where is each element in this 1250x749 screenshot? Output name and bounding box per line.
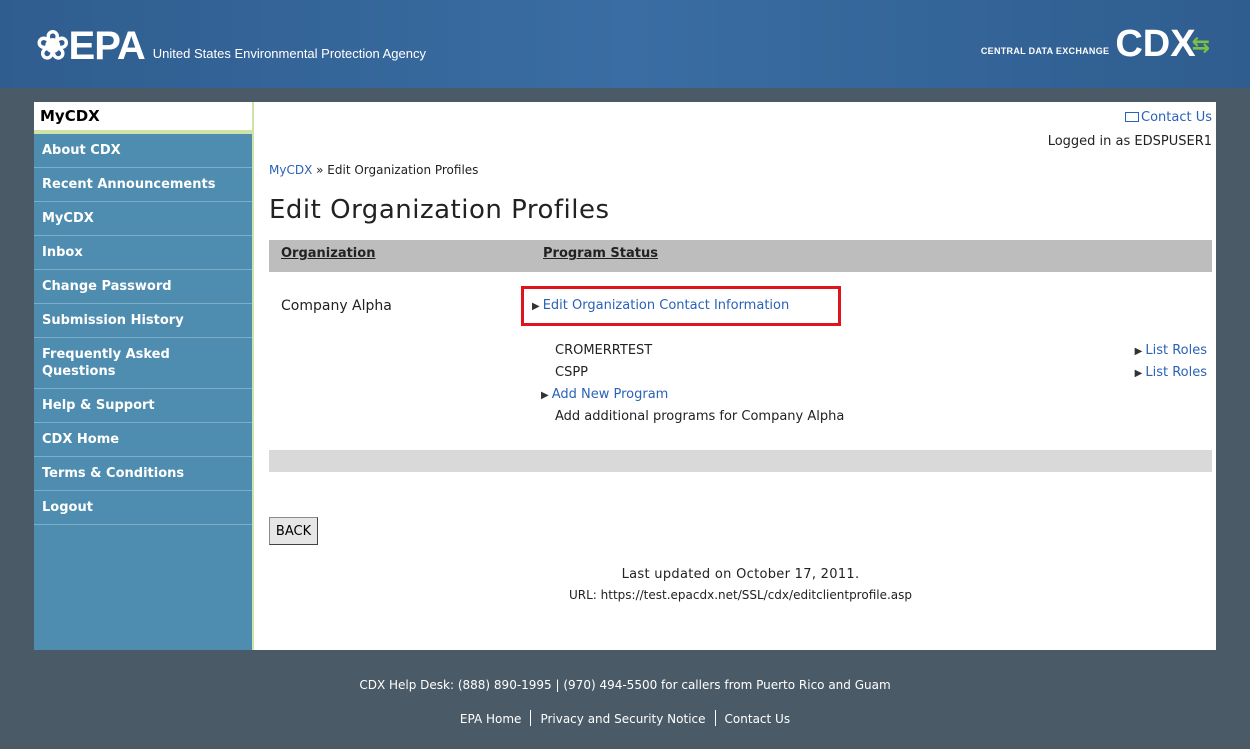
breadcrumb-mycdx-link[interactable]: MyCDX bbox=[269, 163, 312, 177]
list-roles-link[interactable]: ▶ List Roles bbox=[1135, 343, 1207, 358]
program-name: CROMERRTEST bbox=[555, 343, 653, 358]
back-button[interactable]: BACK bbox=[269, 517, 318, 545]
nav-change-password[interactable]: Change Password bbox=[34, 270, 252, 304]
list-roles-link[interactable]: ▶ List Roles bbox=[1135, 365, 1207, 380]
edit-contact-label: Edit Organization Contact Information bbox=[542, 298, 790, 313]
page-title: Edit Organization Profiles bbox=[269, 195, 610, 225]
footer-link-privacy[interactable]: Privacy and Security Notice bbox=[540, 712, 705, 726]
triangle-right-icon: ▶ bbox=[541, 390, 549, 401]
nav-logout[interactable]: Logout bbox=[34, 491, 252, 525]
nav-terms-conditions[interactable]: Terms & Conditions bbox=[34, 457, 252, 491]
cdx-arrows-icon: ⇆ bbox=[1191, 33, 1210, 58]
epa-logo[interactable]: ❀EPA United States Environmental Protect… bbox=[36, 26, 426, 66]
edit-organization-contact-link[interactable]: ▶ Edit Organization Contact Information bbox=[521, 286, 841, 326]
sidebar-title: MyCDX bbox=[34, 102, 252, 134]
agency-name: United States Environmental Protection A… bbox=[152, 46, 426, 61]
content-frame: MyCDX About CDX Recent Announcements MyC… bbox=[34, 102, 1216, 650]
add-new-program-label: Add New Program bbox=[551, 387, 669, 402]
triangle-right-icon: ▶ bbox=[1134, 346, 1143, 357]
page-url-text: URL: https://test.epacdx.net/SSL/cdx/edi… bbox=[568, 588, 913, 602]
main-content: Contact Us Logged in as EDSPUSER1 MyCDX … bbox=[269, 102, 1212, 650]
breadcrumb-separator: » bbox=[312, 163, 328, 177]
contact-us-label: Contact Us bbox=[1141, 110, 1212, 125]
program-name: CSPP bbox=[555, 365, 589, 380]
add-program-description: Add additional programs for Company Alph… bbox=[555, 409, 845, 424]
footer-separator bbox=[714, 710, 716, 726]
cdx-logo[interactable]: CENTRAL DATA EXCHANGE CDX ⇆ bbox=[981, 24, 1210, 64]
nav-help-support[interactable]: Help & Support bbox=[34, 389, 252, 423]
nav-cdx-home[interactable]: CDX Home bbox=[34, 423, 252, 457]
logged-in-status: Logged in as EDSPUSER1 bbox=[1047, 134, 1212, 149]
organization-name: Company Alpha bbox=[281, 298, 392, 314]
table-footer-bar bbox=[269, 450, 1212, 472]
cdx-subtitle: CENTRAL DATA EXCHANGE bbox=[980, 46, 1110, 56]
nav-about-cdx[interactable]: About CDX bbox=[34, 134, 252, 168]
breadcrumb-current: Edit Organization Profiles bbox=[327, 163, 479, 177]
footer-help-desk: CDX Help Desk: (888) 890-1995 | (970) 49… bbox=[359, 678, 891, 692]
triangle-right-icon: ▶ bbox=[1134, 368, 1143, 379]
last-updated-text: Last updated on October 17, 2011. bbox=[621, 567, 860, 582]
contact-us-link[interactable]: Contact Us bbox=[1125, 110, 1212, 125]
footer-link-epa-home[interactable]: EPA Home bbox=[460, 712, 522, 726]
add-new-program-link[interactable]: ▶ Add New Program bbox=[541, 387, 668, 402]
nav-faq[interactable]: Frequently Asked Questions bbox=[34, 338, 252, 389]
column-header-organization: Organization bbox=[281, 246, 376, 261]
nav-mycdx[interactable]: MyCDX bbox=[34, 202, 252, 236]
footer-links: EPA Home Privacy and Security Notice Conta… bbox=[0, 710, 1250, 726]
top-banner: ❀EPA United States Environmental Protect… bbox=[0, 0, 1250, 88]
nav-recent-announcements[interactable]: Recent Announcements bbox=[34, 168, 252, 202]
envelope-icon bbox=[1125, 112, 1139, 122]
breadcrumb: MyCDX » Edit Organization Profiles bbox=[269, 163, 478, 177]
epa-logo-mark: ❀EPA bbox=[36, 24, 146, 68]
cdx-wordmark: CDX bbox=[1115, 23, 1196, 65]
sidebar: MyCDX About CDX Recent Announcements MyC… bbox=[34, 102, 254, 650]
column-header-program-status: Program Status bbox=[543, 246, 658, 261]
list-roles-label: List Roles bbox=[1145, 365, 1207, 380]
footer-link-contact-us[interactable]: Contact Us bbox=[725, 712, 791, 726]
list-roles-label: List Roles bbox=[1145, 343, 1207, 358]
nav-submission-history[interactable]: Submission History bbox=[34, 304, 252, 338]
table-header: Organization Program Status bbox=[269, 240, 1212, 272]
footer-separator bbox=[530, 710, 532, 726]
nav-inbox[interactable]: Inbox bbox=[34, 236, 252, 270]
triangle-right-icon: ▶ bbox=[532, 301, 540, 312]
